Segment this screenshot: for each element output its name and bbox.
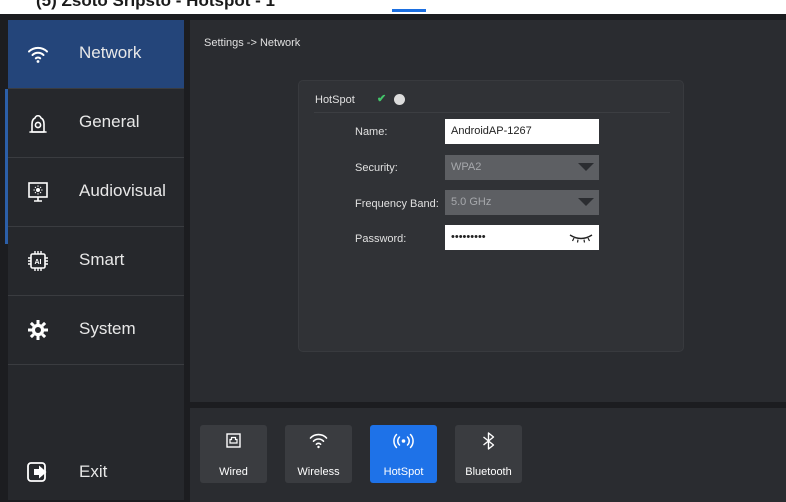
ethernet-icon: [226, 433, 241, 448]
monitor-icon: [28, 182, 48, 202]
sidebar-item-label: System: [79, 319, 136, 338]
main-content: Settings -> Network HotSpot ✔ Name: Andr…: [190, 20, 786, 402]
tab-label: Bluetooth: [465, 466, 512, 478]
eye-closed-icon[interactable]: [569, 232, 593, 243]
check-icon: ✔: [377, 93, 387, 105]
chevron-down-icon: [578, 163, 594, 171]
exit-label: Exit: [79, 462, 108, 481]
network-tab-bar: Wired Wireless HotSpot Bluetooth: [190, 408, 786, 502]
exit-icon: [27, 462, 47, 482]
sidebar-item-label: Smart: [79, 250, 125, 269]
toggle-knob: [394, 94, 405, 105]
sidebar-item-label: General: [79, 112, 140, 131]
sidebar-item-label: Network: [79, 43, 142, 62]
exit-button[interactable]: Exit: [8, 448, 184, 498]
bluetooth-icon: [483, 432, 495, 450]
sidebar-item-network[interactable]: Network: [8, 20, 184, 89]
caption-underline: [392, 9, 426, 12]
security-label: Security:: [355, 162, 398, 174]
frequency-value: 5.0 GHz: [451, 196, 492, 208]
tab-hotspot[interactable]: HotSpot: [370, 425, 437, 483]
password-value: •••••••••: [451, 231, 486, 243]
password-input[interactable]: •••••••••: [445, 225, 599, 250]
hotspot-toggle[interactable]: ✔: [377, 93, 407, 106]
gear-icon: [28, 320, 48, 340]
sidebar-item-general[interactable]: General: [8, 89, 184, 158]
settings-screen: Network General Audiovisual AI Smart Sys…: [0, 14, 786, 502]
breadcrumb: Settings -> Network: [204, 37, 301, 49]
card-divider: [314, 112, 670, 113]
caption-text: (5) Zsoto Sripsto - Hotspot - 1: [36, 0, 275, 10]
frequency-select[interactable]: 5.0 GHz: [445, 190, 599, 215]
name-input[interactable]: AndroidAP-1267: [445, 119, 599, 144]
tab-label: Wired: [219, 466, 248, 478]
tab-bluetooth[interactable]: Bluetooth: [455, 425, 522, 483]
sidebar-item-label: Audiovisual: [79, 181, 166, 200]
name-label: Name:: [355, 126, 388, 138]
wifi-icon: [309, 433, 328, 449]
hotspot-icon: [393, 433, 414, 449]
caption-strip: (5) Zsoto Sripsto - Hotspot - 1: [0, 0, 786, 14]
tab-label: Wireless: [297, 466, 340, 478]
sidebar: Network General Audiovisual AI Smart Sys…: [8, 20, 184, 500]
security-select[interactable]: WPA2: [445, 155, 599, 180]
sidebar-item-audiovisual[interactable]: Audiovisual: [8, 158, 184, 227]
chevron-down-icon: [578, 198, 594, 206]
ai-chip-icon: AI: [28, 251, 48, 271]
tab-wireless[interactable]: Wireless: [285, 425, 352, 483]
hotspot-card: HotSpot ✔ Name: AndroidAP-1267 Security:…: [298, 80, 684, 352]
security-value: WPA2: [451, 161, 482, 173]
tab-label: HotSpot: [383, 466, 424, 478]
frequency-label: Frequency Band:: [355, 198, 439, 210]
tab-wired[interactable]: Wired: [200, 425, 267, 483]
general-icon: [29, 114, 47, 133]
password-label: Password:: [355, 233, 407, 245]
sidebar-item-smart[interactable]: AI Smart: [8, 227, 184, 296]
sidebar-item-system[interactable]: System: [8, 296, 184, 365]
hotspot-title: HotSpot: [315, 94, 355, 106]
name-value: AndroidAP-1267: [451, 125, 532, 137]
svg-text:AI: AI: [35, 259, 42, 266]
wifi-icon: [28, 46, 48, 63]
